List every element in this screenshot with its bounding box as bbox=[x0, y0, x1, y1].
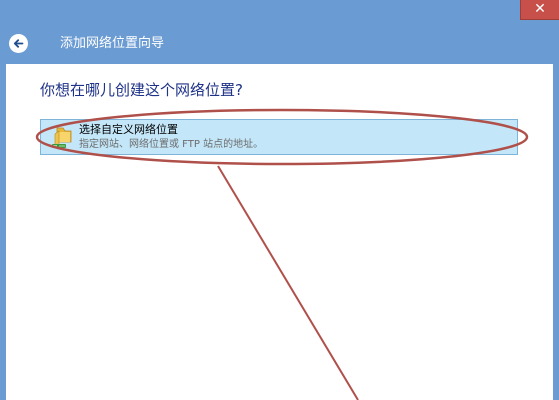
option-description: 指定网站、网络位置或 FTP 站点的地址。 bbox=[79, 139, 264, 150]
folder-network-icon bbox=[52, 127, 72, 148]
wizard-content: 你想在哪儿创建这个网络位置? 选择自定义网络位置 指定网站、网络位置或 FTP … bbox=[6, 64, 553, 400]
close-button[interactable]: ✕ bbox=[520, 0, 559, 20]
back-button[interactable] bbox=[9, 34, 28, 53]
window-title: 添加网络位置向导 bbox=[60, 36, 165, 51]
custom-network-location-option[interactable]: 选择自定义网络位置 指定网站、网络位置或 FTP 站点的地址。 bbox=[40, 119, 518, 155]
option-title: 选择自定义网络位置 bbox=[79, 123, 178, 136]
back-arrow-icon bbox=[9, 34, 28, 53]
page-heading: 你想在哪儿创建这个网络位置? bbox=[40, 81, 243, 99]
close-icon: ✕ bbox=[534, 1, 546, 17]
wizard-window: ✕ 添加网络位置向导 你想在哪儿创建这个网络位置? 选择自定义网络位置 指定网站… bbox=[0, 0, 559, 400]
